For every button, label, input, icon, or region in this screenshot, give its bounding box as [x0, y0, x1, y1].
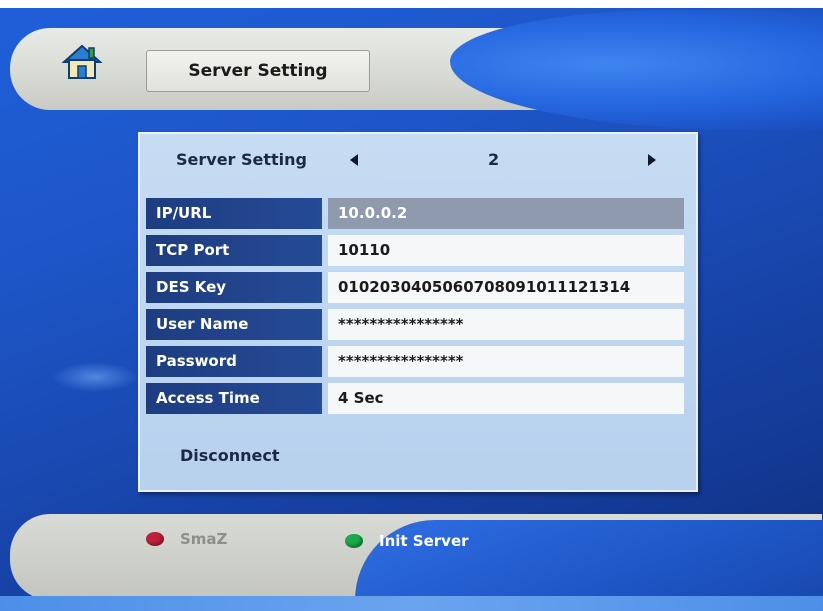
ip-url-field[interactable]: 10.0.0.2	[328, 198, 684, 229]
red-key-label: SmaZ	[180, 530, 228, 548]
arrow-right-icon[interactable]	[648, 154, 656, 166]
row-user-name[interactable]: User Name ****************	[146, 309, 684, 340]
row-label: User Name	[146, 309, 322, 340]
bottom-border	[0, 596, 823, 611]
init-server-label: Init Server	[379, 532, 469, 550]
red-key-button[interactable]: SmaZ	[146, 526, 227, 552]
init-server-button[interactable]: Init Server	[345, 528, 469, 554]
row-label: DES Key	[146, 272, 322, 303]
header-wave-decoration	[450, 10, 823, 130]
row-ip-url[interactable]: IP/URL 10.0.0.2	[146, 198, 684, 229]
row-label: IP/URL	[146, 198, 322, 229]
red-circle-icon	[146, 532, 164, 546]
user-name-field[interactable]: ****************	[328, 309, 684, 340]
row-label: Access Time	[146, 383, 322, 414]
server-selector-label: Server Setting	[176, 150, 308, 169]
row-label: Password	[146, 346, 322, 377]
page-title: Server Setting	[146, 50, 370, 92]
row-access-time[interactable]: Access Time 4 Sec	[146, 383, 684, 414]
row-password[interactable]: Password ****************	[146, 346, 684, 377]
background-fish	[52, 362, 138, 392]
des-key-field[interactable]: 0102030405060708091011121314	[328, 272, 684, 303]
home-icon[interactable]	[60, 42, 104, 82]
row-des-key[interactable]: DES Key 0102030405060708091011121314	[146, 272, 684, 303]
server-selector[interactable]: Server Setting 2	[140, 134, 696, 190]
disconnect-button[interactable]: Disconnect	[180, 446, 280, 465]
arrow-left-icon[interactable]	[350, 154, 358, 166]
server-setting-panel: Server Setting 2 IP/URL 10.0.0.2 TCP Por…	[138, 132, 698, 492]
row-tcp-port[interactable]: TCP Port 10110	[146, 235, 684, 266]
row-label: TCP Port	[146, 235, 322, 266]
password-field[interactable]: ****************	[328, 346, 684, 377]
server-selector-value: 2	[488, 150, 500, 169]
tv-screen: Server Setting Server Setting 2 IP/URL 1…	[0, 0, 823, 611]
tcp-port-field[interactable]: 10110	[328, 235, 684, 266]
top-border	[0, 0, 823, 8]
green-circle-icon	[345, 534, 363, 548]
access-time-field[interactable]: 4 Sec	[328, 383, 684, 414]
